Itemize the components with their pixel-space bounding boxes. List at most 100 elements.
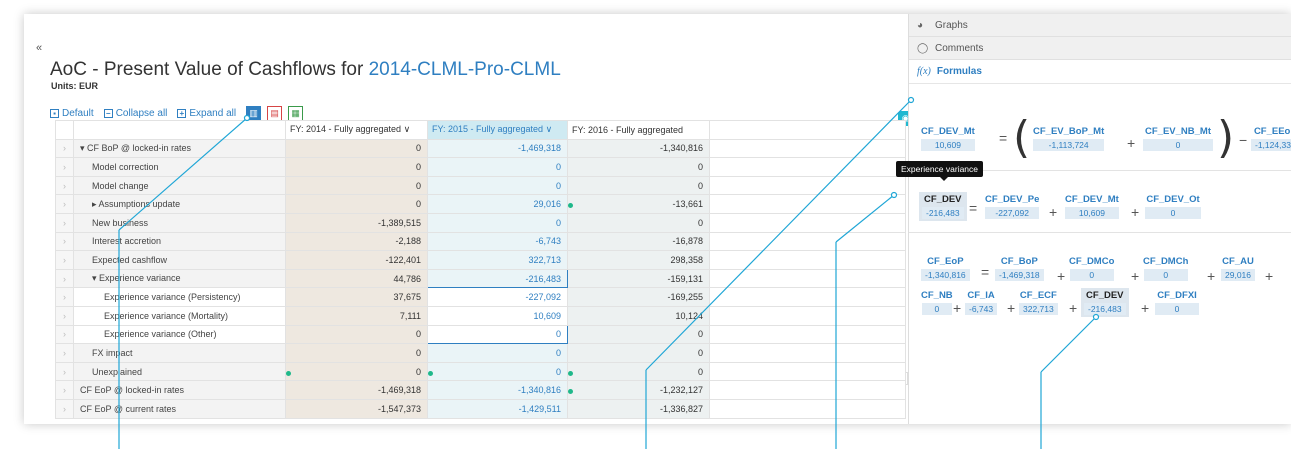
cell-fy2015[interactable]: 322,713 — [427, 250, 568, 270]
formula2-term2[interactable]: CF_DEV_Mt 10,609 — [1065, 194, 1119, 219]
term-name: CF_EEoP — [1253, 126, 1291, 137]
table-row[interactable]: › Expected cashflow -122,401 322,713 298… — [55, 250, 906, 270]
row-expand-icon[interactable]: › — [55, 361, 74, 382]
formulas-section[interactable]: f(x) Formulas — [909, 60, 1291, 84]
column-header-fy2015[interactable]: FY: 2015 - Fully aggregated ∨ — [427, 120, 568, 140]
row-expand-icon[interactable]: › — [55, 305, 74, 326]
cell-fy2015[interactable]: -1,340,816 — [427, 380, 568, 400]
column-header-fy2016[interactable]: FY: 2016 - Fully aggregated — [567, 120, 710, 140]
row-expand-icon[interactable]: › — [55, 138, 74, 159]
table-row[interactable]: › Experience variance (Persistency) 37,6… — [55, 287, 906, 307]
row-expand-icon[interactable]: › — [55, 268, 74, 289]
row-expand-icon[interactable]: › — [55, 194, 74, 214]
row-expand-icon[interactable]: › — [55, 324, 74, 345]
pdf-export-icon[interactable]: ▤ — [267, 106, 283, 121]
cell-fy2014[interactable]: 0 — [285, 361, 428, 382]
plus-sign: + — [1131, 204, 1140, 220]
cell-fy2016[interactable]: 298,358 — [567, 250, 710, 270]
cell-fy2015[interactable]: -6,743 — [427, 231, 568, 252]
cell-fy2014[interactable]: 0 — [285, 175, 428, 196]
table-row[interactable]: › FX impact 0 0 0 — [55, 343, 906, 363]
table-row[interactable]: › CF EoP @ locked-in rates -1,469,318 -1… — [55, 380, 906, 400]
row-expand-icon[interactable]: › — [55, 212, 74, 233]
cell-fy2016[interactable]: 0 — [567, 157, 710, 177]
row-expand-icon[interactable]: › — [55, 343, 74, 363]
cell-fy2015[interactable]: 0 — [427, 324, 568, 345]
cell-fy2016[interactable]: 0 — [567, 175, 710, 196]
cell-fy2014[interactable]: 0 — [285, 324, 428, 345]
formula3-term7: CF_ECF 322,713 — [1019, 290, 1058, 315]
table-row[interactable]: › New business -1,389,515 0 0 — [55, 212, 906, 233]
cell-fy2014[interactable]: 0 — [285, 138, 428, 159]
cell-fy2016[interactable]: -1,232,127 — [567, 380, 710, 400]
row-expand-icon[interactable]: › — [55, 380, 74, 400]
expand-all-label: Expand all — [189, 108, 237, 119]
cell-fy2015[interactable]: 0 — [427, 343, 568, 363]
cell-fy2015[interactable]: 0 — [427, 157, 568, 177]
table-row[interactable]: › CF EoP @ current rates -1,547,373 -1,4… — [55, 398, 906, 419]
cell-fy2014[interactable]: -1,547,373 — [285, 398, 428, 419]
row-expand-icon[interactable]: › — [55, 250, 74, 270]
cell-fy2014[interactable]: 0 — [285, 157, 428, 177]
table-row[interactable]: › Experience variance (Mortality) 7,111 … — [55, 305, 906, 326]
cell-fy2016[interactable]: 0 — [567, 324, 710, 345]
cell-fy2015[interactable]: -1,469,318 — [427, 138, 568, 159]
column-header-fy2014[interactable]: FY: 2014 - Fully aggregated ∨ — [285, 120, 428, 140]
cell-fy2016[interactable]: 0 — [567, 361, 710, 382]
cell-fy2014[interactable]: -122,401 — [285, 250, 428, 270]
table-row[interactable]: › Model correction 0 0 0 — [55, 157, 906, 177]
table-row[interactable]: › ▾ CF BoP @ locked-in rates 0 -1,469,31… — [55, 138, 906, 159]
formula3-term9: CF_DFXI 0 — [1155, 290, 1199, 315]
default-button[interactable]: ▪ Default — [50, 108, 94, 119]
cell-fy2014[interactable]: -1,469,318 — [285, 380, 428, 400]
cell-fy2015[interactable]: 0 — [427, 361, 568, 382]
comments-section[interactable]: ◯ Comments — [909, 37, 1291, 60]
row-expand-icon[interactable]: › — [55, 175, 74, 196]
cell-fy2016[interactable]: -1,340,816 — [567, 138, 710, 159]
columns-view-icon[interactable]: ▥ — [246, 106, 262, 121]
graphs-section[interactable]: ◕ Graphs — [909, 14, 1291, 37]
cell-fy2016[interactable]: -16,878 — [567, 231, 710, 252]
collapse-all-button[interactable]: − Collapse all — [103, 108, 167, 119]
expand-all-button[interactable]: + Expand all — [177, 108, 236, 119]
cell-fy2016[interactable]: 0 — [567, 212, 710, 233]
cell-fy2016[interactable]: -1,336,827 — [567, 398, 710, 419]
table-row[interactable]: › Interest accretion -2,188 -6,743 -16,8… — [55, 231, 906, 252]
cell-fy2014[interactable]: -2,188 — [285, 231, 428, 252]
cell-fy2015[interactable]: 0 — [427, 212, 568, 233]
table-row[interactable]: › ▸ Assumptions update 0 29,016 -13,661 — [55, 194, 906, 214]
cell-fy2015[interactable]: -1,429,511 — [427, 398, 568, 419]
formula2-lhs[interactable]: CF_DEV -216,483 — [919, 192, 967, 221]
excel-export-icon[interactable]: ▦ — [288, 106, 304, 121]
row-expand-icon[interactable]: › — [55, 231, 74, 252]
cell-fy2014[interactable]: 37,675 — [285, 287, 428, 307]
selected-cell-fy2015[interactable]: -216,483 — [427, 268, 568, 289]
cell-fy2015[interactable]: 10,609 — [427, 305, 568, 326]
formula2-term1[interactable]: CF_DEV_Pe -227,092 — [985, 194, 1040, 219]
cell-fy2016[interactable]: -159,131 — [567, 268, 710, 289]
cell-fy2014[interactable]: 0 — [285, 343, 428, 363]
row-expand-icon[interactable]: › — [55, 398, 74, 419]
cell-fy2014[interactable]: 44,786 — [285, 268, 428, 289]
cell-fy2016[interactable]: -169,255 — [567, 287, 710, 307]
term-name: CF_DMCh — [1143, 256, 1189, 267]
title-project-link[interactable]: 2014-CLML-Pro-CLML — [369, 59, 561, 80]
cell-fy2016[interactable]: 10,124 — [567, 305, 710, 326]
table-row[interactable]: › Experience variance (Other) 0 0 0 — [55, 324, 906, 345]
cell-fy2015[interactable]: 29,016 — [427, 194, 568, 214]
table-row[interactable]: › Model change 0 0 0 — [55, 175, 906, 196]
formula2-term3[interactable]: CF_DEV_Ot 0 — [1145, 194, 1201, 219]
cell-fy2016[interactable]: 0 — [567, 343, 710, 363]
cell-fy2016[interactable]: -13,661 — [567, 194, 710, 214]
row-expand-icon[interactable]: › — [55, 157, 74, 177]
cell-fy2015[interactable]: -227,092 — [427, 287, 568, 307]
row-expand-icon[interactable]: › — [55, 287, 74, 307]
collapse-panel-icon[interactable]: « — [36, 42, 42, 54]
cell-fy2014[interactable]: -1,389,515 — [285, 212, 428, 233]
cell-fy2015[interactable]: 0 — [427, 175, 568, 196]
table-row[interactable]: › ▾ Experience variance 44,786 -216,483 … — [55, 268, 906, 289]
table-row[interactable]: › Unexplained 0 0 0 — [55, 361, 906, 382]
formula3-term8[interactable]: CF_DEV -216,483 — [1081, 288, 1129, 317]
cell-fy2014[interactable]: 7,111 — [285, 305, 428, 326]
cell-fy2014[interactable]: 0 — [285, 194, 428, 214]
